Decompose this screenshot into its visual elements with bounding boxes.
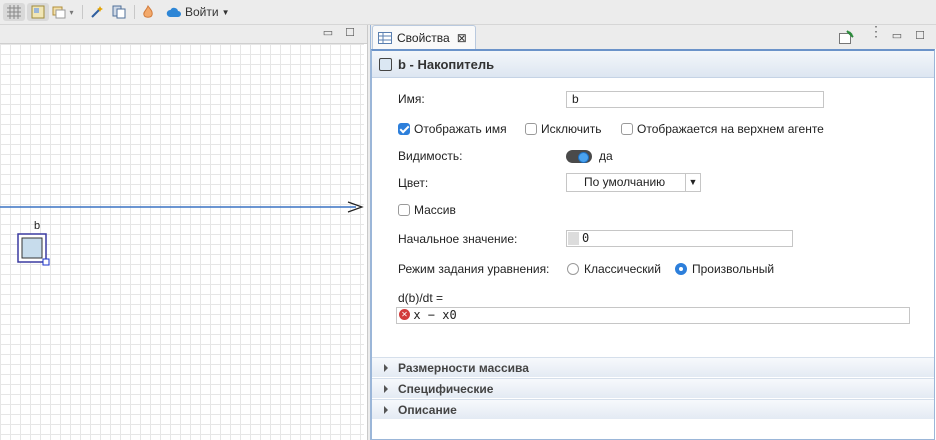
minimize-icon[interactable]: ▭ — [891, 30, 903, 42]
main-toolbar: ▾ Войти ▼ — [0, 0, 936, 25]
stock-label: b — [34, 220, 41, 232]
exclude-label: Исключить — [541, 122, 602, 136]
section-description[interactable]: Описание — [372, 399, 934, 419]
flame-icon[interactable] — [139, 3, 157, 21]
cloud-icon — [166, 7, 181, 17]
chevron-down-icon: ▼ — [685, 174, 700, 191]
toolbar-separator — [134, 5, 135, 19]
show-name-label: Отображать имя — [414, 122, 507, 136]
show-name-checkbox[interactable] — [398, 123, 410, 135]
color-select-value: По умолчанию — [584, 175, 666, 189]
properties-title: b - Накопитель — [398, 56, 495, 72]
login-button[interactable]: Войти ▼ — [166, 3, 230, 21]
equation-label: d(b)/dt = — [398, 291, 444, 305]
layers-icon[interactable]: ▾ — [52, 3, 74, 21]
equation-text: x − x0 — [413, 308, 457, 322]
section-specific-label: Специфические — [398, 381, 494, 396]
section-description-label: Описание — [398, 402, 457, 417]
section-array-dimensions[interactable]: Размерности массива — [372, 357, 934, 377]
initial-value-text: 0 — [582, 231, 590, 245]
more-options-icon[interactable]: ⋮ — [869, 24, 883, 38]
chevron-down-icon: ▼ — [221, 7, 230, 17]
fit-icon[interactable] — [27, 3, 49, 21]
equation-mode-label: Режим задания уравнения: — [398, 262, 550, 276]
wand-icon[interactable] — [87, 3, 107, 21]
editor-panel: ▭ ☐ b — [0, 25, 368, 440]
initial-value-field[interactable]: 0 — [566, 230, 793, 247]
grid-icon[interactable] — [3, 3, 25, 21]
properties-tabbar: Свойства ⊠ ⋮ ▭ ☐ — [371, 24, 936, 49]
code-marker — [568, 232, 579, 245]
equation-field[interactable]: ✕ x − x0 — [396, 307, 910, 324]
chevron-right-icon — [384, 405, 388, 414]
properties-content: b - Накопитель Имя: b Отображать имя Иск… — [371, 49, 935, 440]
resize-handle[interactable] — [42, 258, 50, 266]
section-specific[interactable]: Специфические — [372, 378, 934, 398]
minimize-icon[interactable]: ▭ — [322, 27, 334, 39]
properties-panel: Свойства ⊠ ⋮ ▭ ☐ b - Накопитель Имя: b О… — [370, 24, 936, 440]
table-icon — [378, 31, 392, 44]
maximize-icon[interactable]: ☐ — [914, 30, 926, 42]
mode-classic-radio[interactable] — [567, 263, 579, 275]
name-field[interactable]: b — [566, 91, 824, 108]
color-select[interactable]: По умолчанию ▼ — [566, 173, 701, 192]
visibility-toggle[interactable] — [566, 150, 592, 163]
top-agent-label: Отображается на верхнем агенте — [637, 122, 824, 136]
toolbar-separator — [82, 5, 83, 19]
pages-icon[interactable] — [109, 3, 129, 21]
tab-properties[interactable]: Свойства ⊠ — [372, 25, 476, 49]
initial-value-label: Начальное значение: — [398, 232, 518, 246]
chevron-right-icon — [384, 363, 388, 372]
diagram-canvas[interactable]: b — [0, 44, 364, 440]
section-array-dimensions-label: Размерности массива — [398, 360, 529, 375]
stock-inner — [21, 237, 43, 259]
top-agent-checkbox[interactable] — [621, 123, 633, 135]
array-checkbox[interactable] — [398, 204, 410, 216]
canvas-drawing — [0, 201, 364, 266]
color-label: Цвет: — [398, 176, 429, 190]
mode-custom-radio[interactable] — [675, 263, 687, 275]
close-icon[interactable]: ⊠ — [457, 31, 467, 45]
mode-classic-label: Классический — [584, 262, 661, 276]
visibility-value: да — [599, 149, 613, 163]
toggle-knob — [578, 152, 589, 163]
tab-properties-label: Свойства — [397, 30, 450, 45]
error-icon: ✕ — [399, 309, 410, 320]
array-label: Массив — [414, 203, 456, 217]
mode-custom-label: Произвольный — [692, 262, 775, 276]
pin-icon[interactable] — [839, 30, 855, 44]
stock-type-icon — [379, 57, 392, 71]
visibility-label: Видимость: — [398, 149, 463, 163]
editor-panel-header: ▭ ☐ — [0, 25, 367, 44]
properties-header: b - Накопитель — [372, 51, 934, 78]
name-label: Имя: — [398, 92, 425, 106]
exclude-checkbox[interactable] — [525, 123, 537, 135]
chevron-right-icon — [384, 384, 388, 393]
maximize-icon[interactable]: ☐ — [344, 27, 356, 39]
login-label: Войти — [185, 5, 219, 19]
